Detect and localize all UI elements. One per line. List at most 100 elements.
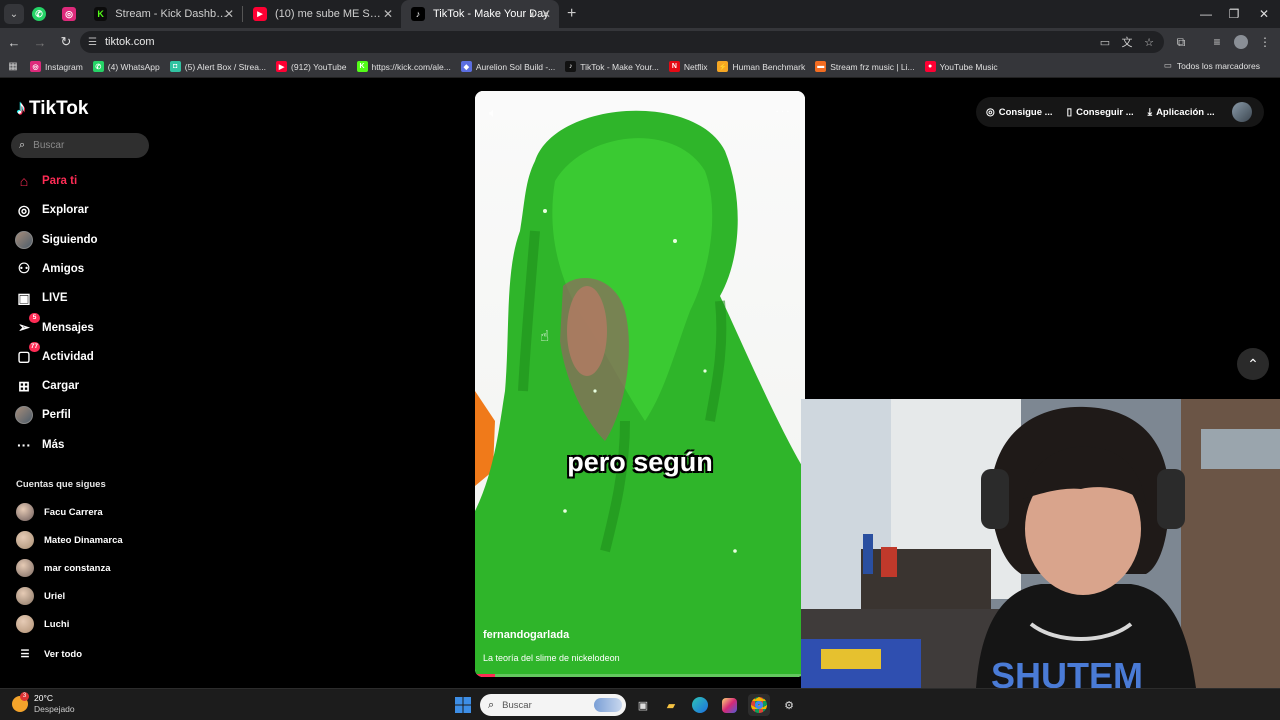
see-all-link[interactable]: ☰ Ver todo (16, 644, 156, 664)
bookmark-item[interactable]: ◆ Aurelion Sol Build -... (460, 61, 555, 72)
taskbar-search-input[interactable]: ⌕ Buscar (480, 694, 626, 716)
scroll-up-button[interactable]: ⌃ (1237, 348, 1269, 380)
instagram-app-icon[interactable] (718, 694, 740, 716)
cast-icon[interactable]: ▭ (1094, 31, 1116, 53)
sidebar-item-amigos[interactable]: ⚇ Amigos (14, 257, 154, 281)
sidebar-item-mensajes[interactable]: ➢ 5 Mensajes (14, 312, 154, 340)
forward-button[interactable]: → (28, 30, 52, 54)
bookmark-item[interactable]: ✆ (4) WhatsApp (92, 61, 160, 72)
bookmark-item[interactable]: ⚡ Human Benchmark (717, 61, 805, 72)
reload-button[interactable]: ↻ (54, 30, 78, 54)
notification-badge: 5 (29, 312, 40, 323)
close-icon[interactable]: ✕ (224, 7, 234, 21)
tab-kick[interactable]: K Stream - Kick Dashboard ✕ (84, 0, 242, 28)
search-icon: ⌕ (19, 139, 26, 151)
temperature: 20°C (34, 693, 53, 703)
site-info-icon[interactable]: ☰ (88, 37, 97, 48)
chrome-icon[interactable] (748, 694, 770, 716)
start-button[interactable] (452, 694, 474, 716)
file-explorer-icon[interactable]: ▰ (660, 694, 682, 716)
account-name: Uriel (44, 590, 66, 602)
search-icon: ⌕ (488, 698, 495, 711)
profile-avatar-icon[interactable] (1230, 32, 1252, 52)
bookmark-item[interactable]: ▶ (912) YouTube (276, 61, 347, 72)
get-app-label: Conseguir ... (1076, 106, 1134, 118)
window-close-button[interactable]: ✕ (1248, 0, 1280, 28)
following-account[interactable]: Luchi (16, 614, 156, 634)
edge-icon[interactable] (689, 694, 711, 716)
media-controls-icon[interactable]: ≡ (1206, 32, 1228, 52)
translate-icon[interactable]: 文 (1116, 31, 1138, 53)
tiktok-icon: ♪ (411, 7, 425, 21)
task-view-icon[interactable]: ▣ (632, 694, 654, 716)
bookmark-item[interactable]: ♪ TikTok - Make Your... (565, 61, 659, 72)
download-icon: ⤓ (1147, 106, 1153, 118)
close-icon[interactable]: ✕ (383, 7, 393, 21)
webcam-feed: SHUTEM (801, 399, 1280, 688)
taskbar-search-placeholder: Buscar (502, 699, 532, 711)
search-input[interactable]: ⌕ Buscar (11, 133, 149, 158)
restore-button[interactable]: ❐ (1218, 0, 1250, 28)
avatar (15, 230, 33, 249)
new-tab-button[interactable]: + (567, 5, 576, 23)
sidebar-item-label: Para ti (42, 175, 78, 187)
pinned-tab-whatsapp[interactable]: ✆ (24, 0, 54, 28)
user-avatar[interactable] (1232, 102, 1252, 122)
desktop-app-button[interactable]: ⤓ Aplicación ... (1148, 107, 1215, 118)
activity-icon: ▢ 77 (17, 341, 40, 365)
sidebar-item-cargar[interactable]: ⊞ Cargar (14, 374, 154, 398)
tab-tiktok[interactable]: ♪ TikTok - Make Your Day 🔈︎ ✕ (401, 0, 559, 28)
weather-condition: Despejado (34, 704, 75, 714)
bookmark-label: https://kick.com/ale... (371, 61, 451, 72)
sidebar-item-live[interactable]: ▣ LIVE (14, 286, 154, 310)
webcam-overlay: SHUTEM (801, 399, 1280, 688)
sidebar-item-label: Actividad (42, 350, 94, 363)
sidebar-item-perfil[interactable]: Perfil (14, 403, 154, 427)
video-author[interactable]: fernandogarlada (483, 629, 569, 641)
bookmark-item[interactable]: N Netflix (668, 61, 707, 72)
back-button[interactable]: ← (2, 30, 26, 54)
more-options-icon[interactable]: ··· (775, 103, 791, 118)
get-coins-button[interactable]: ◎ Consigue ... (986, 107, 1053, 118)
apps-grid-icon[interactable]: ▦ (0, 61, 26, 72)
following-account[interactable]: Facu Carrera (16, 502, 156, 522)
bookmark-star-icon[interactable]: ☆ (1138, 31, 1160, 53)
bookmark-item[interactable]: ● YouTube Music (924, 61, 998, 72)
all-bookmarks-button[interactable]: ▭ Todos los marcadores (1164, 60, 1260, 71)
windows-taskbar: 3 20°C Despejado ⌕ Buscar ▣ ▰ ⚙ (0, 688, 1280, 720)
sidebar-item-actividad[interactable]: ▢ 77 Actividad (14, 341, 154, 369)
mute-icon[interactable]: 🔈︎ (489, 105, 497, 121)
bookmark-item[interactable]: ▬ Stream frz music | Li... (815, 61, 915, 72)
bookmark-item[interactable]: Khttps://kick.com/ale... (356, 61, 451, 72)
browser-menu-icon[interactable]: ⋮ (1254, 32, 1276, 52)
bookmark-favicon-icon: ⚡ (717, 61, 729, 72)
tab-youtube[interactable]: ▶ (10) me sube ME SUBE - YouTu ✕ (243, 0, 401, 28)
following-account[interactable]: Mateo Dinamarca (16, 530, 156, 550)
sidebar-item-label: Perfil (42, 409, 71, 422)
weather-badge: 3 (20, 691, 29, 701)
pinned-tab-instagram[interactable]: ◎ (54, 0, 84, 28)
bookmark-item[interactable]: ◘ (5) Alert Box / Strea... (169, 61, 266, 72)
tab-search-button[interactable]: ⌄ (4, 4, 24, 24)
video-caption-overlay: pero según (567, 447, 713, 477)
extensions-icon[interactable]: ⧉ (1170, 32, 1192, 52)
tiktok-logo[interactable]: ♪ TikTok (16, 97, 88, 120)
video-player[interactable]: 🔈︎ ··· pero según fernandogarlada La teo… (475, 91, 805, 677)
tiktok-page: ♪ TikTok ⌕ Buscar ⌂ Para ti ◎ Explorar Sigui… (0, 79, 1280, 688)
coin-icon: ◎ (986, 106, 995, 118)
sidebar-item-para-ti[interactable]: ⌂ Para ti (14, 169, 154, 193)
avatar (16, 531, 34, 549)
address-bar[interactable]: ☰ tiktok.com ▭ 文 ☆ (80, 31, 1164, 53)
app-icon[interactable]: ⚙ (778, 694, 800, 716)
get-app-button[interactable]: ▯ Conseguir ... (1067, 107, 1134, 118)
weather-widget[interactable]: 3 20°C Despejado (12, 691, 75, 714)
speaker-icon[interactable]: 🔈︎ (530, 7, 537, 22)
video-progress-bar[interactable] (475, 674, 805, 677)
following-account[interactable]: Uriel (16, 586, 156, 606)
sidebar-item-explorar[interactable]: ◎ Explorar (14, 198, 154, 222)
sidebar-item-mas[interactable]: ··· Más (14, 433, 154, 457)
sidebar-item-siguiendo[interactable]: Siguiendo (14, 228, 154, 252)
following-account[interactable]: mar constanza (16, 558, 156, 578)
close-icon[interactable]: ✕ (541, 7, 551, 21)
bookmark-item[interactable]: ◎ Instagram (30, 61, 83, 72)
